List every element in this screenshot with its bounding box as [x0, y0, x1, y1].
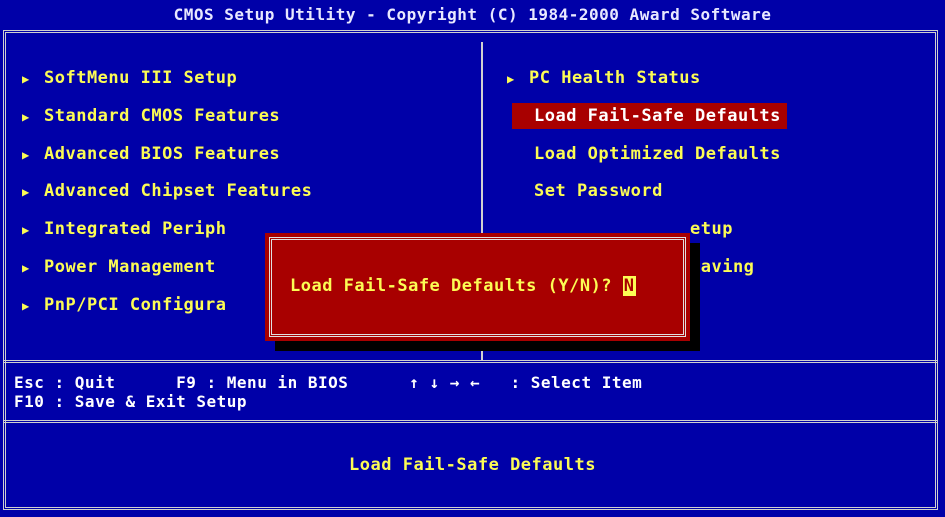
menu-item-label: Advanced BIOS Features — [44, 144, 281, 164]
menu-item-label: PC Health Status — [529, 68, 701, 88]
menu-item-set-password[interactable]: Set Password — [534, 178, 663, 204]
menu-item-label: SoftMenu III Setup — [44, 68, 238, 88]
menu-item-pc-health[interactable]: ▶ PC Health Status — [507, 65, 701, 91]
menu-item-label: PnP/PCI Configura — [44, 295, 227, 315]
menu-item-load-optimized[interactable]: Load Optimized Defaults — [534, 141, 781, 167]
menu-item-integrated-peripherals[interactable]: ▶ Integrated Periph — [22, 216, 227, 242]
menu-item-save-exit-setup[interactable]: etup — [690, 216, 733, 242]
menu-item-pnp-pci[interactable]: ▶ PnP/PCI Configura — [22, 292, 227, 318]
right-triangle-icon: ▶ — [22, 110, 30, 124]
right-triangle-icon: ▶ — [22, 148, 30, 162]
right-triangle-icon: ▶ — [22, 299, 30, 313]
right-triangle-icon: ▶ — [22, 72, 30, 86]
confirm-dialog-body: Load Fail-Safe Defaults (Y/N)? N — [269, 237, 686, 337]
right-triangle-icon: ▶ — [507, 72, 515, 86]
dialog-prompt: Load Fail-Safe Defaults (Y/N)? — [290, 276, 623, 296]
menu-item-label: Integrated Periph — [44, 219, 227, 239]
help-line-1: Esc : Quit F9 : Menu in BIOS ↑ ↓ → ← : S… — [14, 373, 643, 392]
menu-item-label: Load Optimized Defaults — [534, 144, 781, 164]
menu-item-label: Load Fail-Safe Defaults — [534, 106, 781, 126]
right-triangle-icon: ▶ — [22, 223, 30, 237]
divider-help — [3, 360, 938, 363]
menu-item-label: Standard CMOS Features — [44, 106, 281, 126]
title-bar: CMOS Setup Utility - Copyright (C) 1984-… — [0, 0, 945, 30]
status-bar: Load Fail-Safe Defaults — [349, 455, 596, 475]
menu-item-label: etup — [690, 219, 733, 239]
menu-item-label: Power Management — [44, 257, 216, 277]
menu-item-advanced-chipset[interactable]: ▶ Advanced Chipset Features — [22, 178, 312, 204]
right-triangle-icon: ▶ — [22, 185, 30, 199]
menu-item-advanced-bios[interactable]: ▶ Advanced BIOS Features — [22, 141, 280, 167]
divider-status — [3, 420, 938, 423]
menu-item-softmenu[interactable]: ▶ SoftMenu III Setup — [22, 65, 237, 91]
menu-item-label: Advanced Chipset Features — [44, 181, 313, 201]
confirm-dialog: Load Fail-Safe Defaults (Y/N)? N — [265, 233, 690, 341]
menu-item-standard-cmos[interactable]: ▶ Standard CMOS Features — [22, 103, 280, 129]
menu-item-power-management[interactable]: ▶ Power Management — [22, 254, 216, 280]
dialog-answer-input[interactable]: N — [622, 276, 636, 296]
menu-item-label: Set Password — [534, 181, 663, 201]
menu-item-load-fail-safe[interactable]: Load Fail-Safe Defaults — [512, 103, 787, 129]
bios-screen: CMOS Setup Utility - Copyright (C) 1984-… — [0, 0, 945, 517]
help-line-2: F10 : Save & Exit Setup — [14, 392, 248, 411]
right-triangle-icon: ▶ — [22, 261, 30, 275]
